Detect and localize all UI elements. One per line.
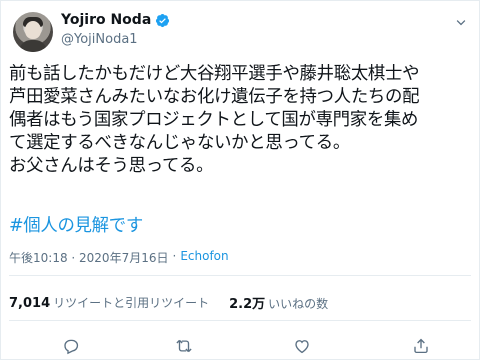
avatar[interactable] [13, 12, 53, 52]
tweet-card: Yojiro Noda @YojiNoda1 前も話したかもだけど大谷翔平選手や… [0, 0, 480, 360]
likes-stat[interactable]: 2.2万 いいねの数 [229, 293, 328, 312]
retweet-button[interactable] [173, 335, 195, 357]
share-icon [414, 338, 428, 354]
reply-icon [64, 339, 79, 355]
chevron-down-icon[interactable] [453, 15, 469, 31]
retweet-icon [176, 339, 192, 353]
tweet-stats: 7,014 リツイートと引用リツイート 2.2万 いいねの数 [9, 293, 328, 312]
likes-count: 2.2万 [229, 297, 266, 312]
divider [9, 275, 471, 276]
verified-badge-icon [156, 13, 170, 27]
like-button[interactable] [291, 335, 313, 357]
action-bar [1, 335, 480, 357]
display-name[interactable]: Yojiro Noda [61, 12, 151, 28]
retweets-stat[interactable]: 7,014 リツイートと引用リツイート [9, 294, 209, 311]
tweet-meta: 午後10:18 · 2020年7月16日 · Echofon [9, 249, 229, 266]
retweets-count: 7,014 [9, 296, 51, 311]
tweet-text: 前も話したかもだけど大谷翔平選手や藤井聡太棋士や 芦田愛菜さんみたいなお化け遺伝… [9, 64, 420, 176]
divider [9, 320, 471, 321]
name-row: Yojiro Noda [61, 12, 170, 28]
user-handle[interactable]: @YojiNoda1 [61, 32, 138, 47]
tweet-source-link[interactable]: Echofon [180, 249, 228, 266]
avatar-body [19, 40, 47, 52]
avatar-face [25, 21, 41, 39]
tweet-timestamp[interactable]: 午後10:18 · 2020年7月16日 [9, 249, 168, 266]
heart-icon [295, 340, 309, 354]
likes-label: いいねの数 [268, 297, 329, 311]
share-button[interactable] [410, 335, 432, 357]
hashtag-link[interactable]: #個人の見解です [9, 212, 143, 237]
meta-separator: · [172, 249, 177, 263]
reply-button[interactable] [60, 335, 82, 357]
retweets-label: リツイートと引用リツイート [53, 296, 210, 310]
